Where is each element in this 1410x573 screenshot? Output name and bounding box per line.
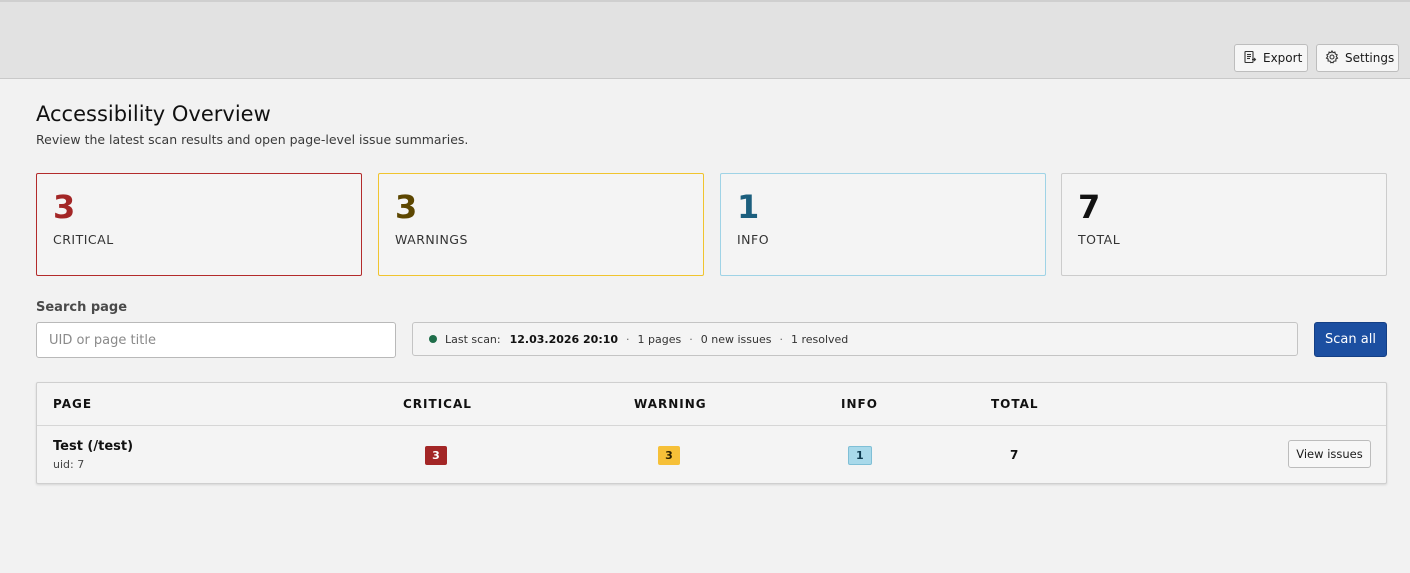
info-stat-card: 1 INFO xyxy=(720,173,1046,276)
export-button[interactable]: Export xyxy=(1234,44,1308,72)
gear-icon xyxy=(1325,49,1339,67)
info-count: 1 xyxy=(737,188,760,226)
total-label: TOTAL xyxy=(1078,232,1121,247)
warnings-label: WARNINGS xyxy=(395,232,468,247)
search-input[interactable] xyxy=(36,322,396,358)
status-dot-icon xyxy=(429,335,437,343)
view-issues-button[interactable]: View issues xyxy=(1288,440,1371,468)
settings-label: Settings xyxy=(1345,51,1395,65)
critical-count: 3 xyxy=(53,188,76,226)
warnings-stat-card: 3 WARNINGS xyxy=(378,173,704,276)
column-header-info: INFO xyxy=(841,397,878,411)
settings-button[interactable]: Settings xyxy=(1316,44,1399,72)
pages-table: PAGE CRITICAL WARNING INFO TOTAL Test (/… xyxy=(36,382,1387,484)
page-subtitle: Review the latest scan results and open … xyxy=(36,132,469,147)
resolved-issues: 1 resolved xyxy=(790,332,849,346)
export-icon xyxy=(1243,50,1257,67)
last-scan-prefix: Last scan: xyxy=(445,332,501,346)
scanned-pages: 1 pages xyxy=(637,332,682,346)
column-header-critical: CRITICAL xyxy=(403,397,472,411)
column-header-warning: WARNING xyxy=(634,397,707,411)
page-uid: uid: 7 xyxy=(53,458,85,471)
column-header-page: PAGE xyxy=(53,397,93,411)
info-label: INFO xyxy=(737,232,770,247)
separator: · xyxy=(689,332,693,346)
table-header: PAGE CRITICAL WARNING INFO TOTAL xyxy=(37,383,1386,426)
total-count: 7 xyxy=(1078,188,1101,226)
table-row: Test (/test) uid: 7 3 3 1 7 View issues xyxy=(37,426,1386,484)
warning-badge: 3 xyxy=(658,446,680,465)
export-label: Export xyxy=(1263,51,1303,65)
top-toolbar: Export Settings xyxy=(0,0,1410,79)
last-scan-datetime: 12.03.2026 20:10 xyxy=(509,332,619,346)
total-stat-card: 7 TOTAL xyxy=(1061,173,1387,276)
critical-label: CRITICAL xyxy=(53,232,114,247)
page-name: Test (/test) xyxy=(53,439,134,454)
critical-badge: 3 xyxy=(425,446,447,465)
separator: · xyxy=(626,332,630,346)
row-total: 7 xyxy=(1010,448,1019,462)
scan-status-bar: Last scan: 12.03.2026 20:10 · 1 pages · … xyxy=(412,322,1298,356)
info-badge: 1 xyxy=(848,446,872,465)
separator: · xyxy=(779,332,783,346)
warnings-count: 3 xyxy=(395,188,418,226)
scan-all-button[interactable]: Scan all xyxy=(1314,322,1387,357)
page-title: Accessibility Overview xyxy=(36,102,271,126)
column-header-total: TOTAL xyxy=(991,397,1039,411)
critical-stat-card: 3 CRITICAL xyxy=(36,173,362,276)
new-issues: 0 new issues xyxy=(700,332,772,346)
search-label: Search page xyxy=(36,300,128,315)
